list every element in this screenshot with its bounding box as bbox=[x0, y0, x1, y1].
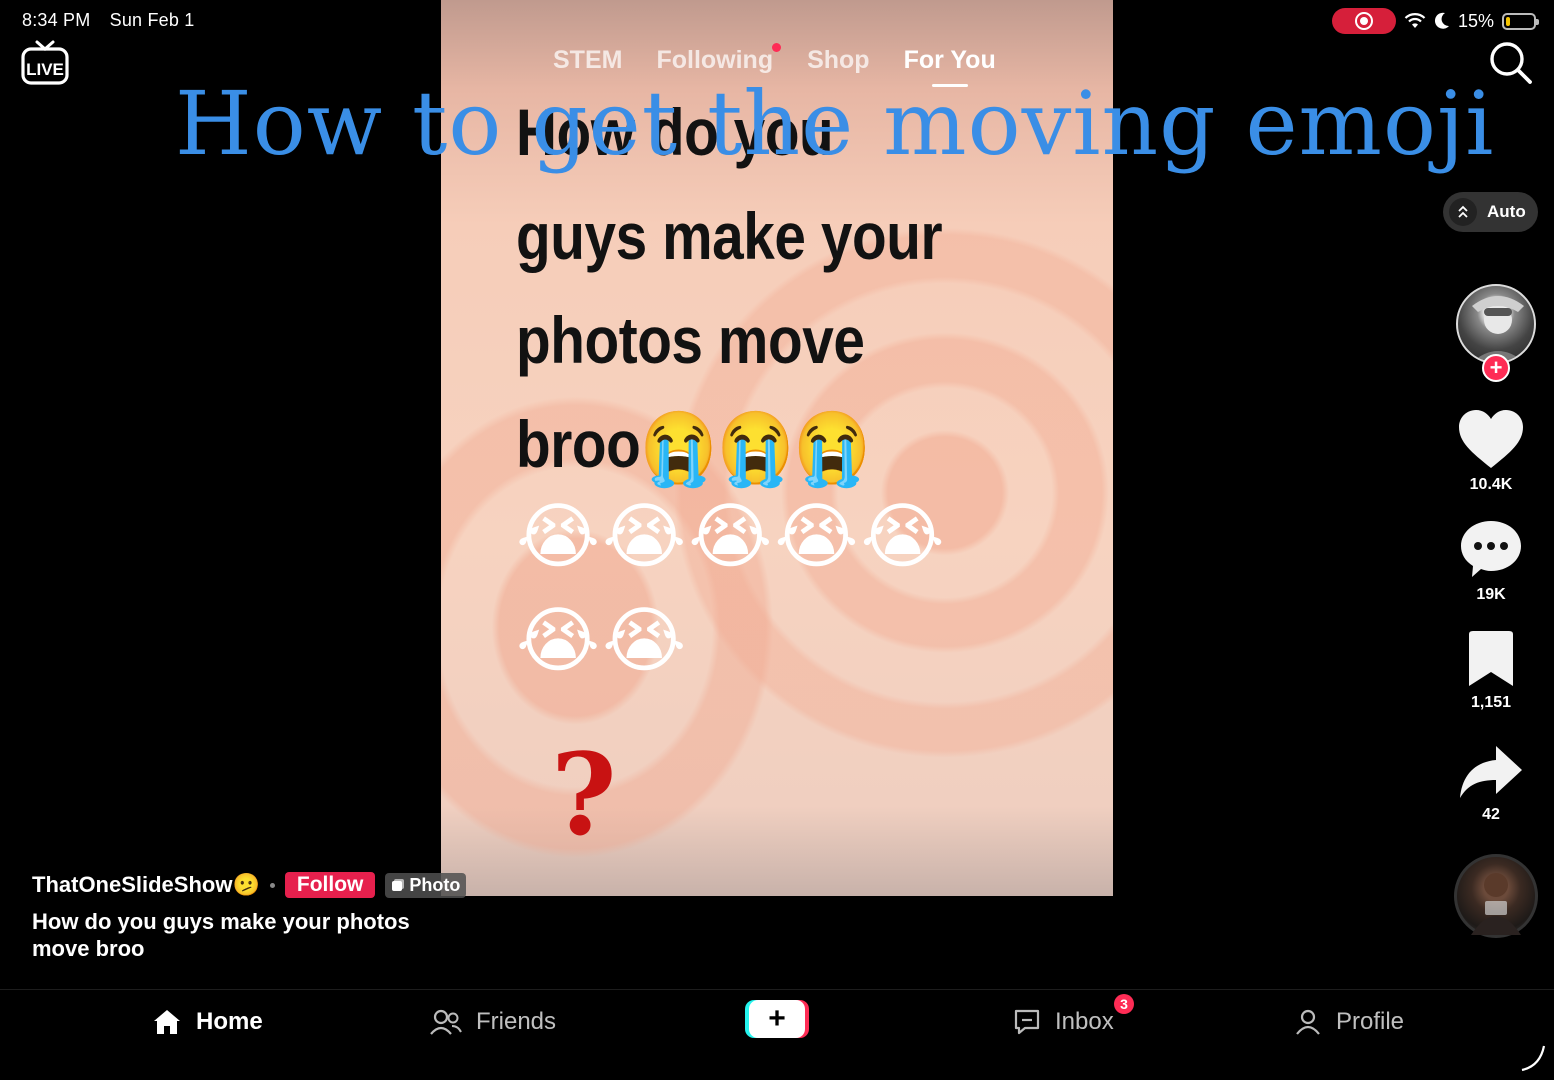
create-button[interactable]: + bbox=[749, 1000, 805, 1038]
nav-friends[interactable]: Friends bbox=[430, 1008, 556, 1036]
wifi-icon bbox=[1404, 13, 1426, 28]
crying-emoji-row-1: 😭😭😭 bbox=[640, 409, 871, 489]
sound-disc-avatar[interactable] bbox=[1454, 854, 1538, 938]
like-count: 10.4K bbox=[1469, 476, 1513, 493]
bottom-nav: Home Friends + Inbox 3 Profile bbox=[0, 989, 1554, 1080]
comment-button[interactable]: 19K bbox=[1446, 518, 1536, 604]
question-mark: ? bbox=[551, 730, 617, 861]
battery-icon bbox=[1502, 12, 1539, 30]
friends-icon bbox=[430, 1009, 462, 1035]
live-icon[interactable]: LIVE bbox=[20, 38, 70, 88]
inbox-badge: 3 bbox=[1114, 994, 1134, 1014]
comment-count: 19K bbox=[1476, 586, 1506, 603]
profile-icon bbox=[1296, 1009, 1320, 1035]
moon-icon bbox=[1434, 12, 1449, 29]
heart-icon bbox=[1459, 410, 1523, 468]
post-text-line: guys make your bbox=[516, 199, 943, 273]
screen-record-icon[interactable] bbox=[1331, 8, 1396, 34]
status-bar-left: 8:34 PM Sun Feb 1 bbox=[22, 10, 209, 31]
comment-icon bbox=[1461, 521, 1521, 577]
home-icon bbox=[154, 1010, 180, 1034]
post-text-line: photos move bbox=[516, 303, 865, 377]
photo-badge: Photo bbox=[385, 872, 467, 898]
tab-shop[interactable]: Shop bbox=[807, 46, 870, 75]
tab-following[interactable]: Following bbox=[656, 43, 782, 75]
svg-text:LIVE: LIVE bbox=[26, 60, 64, 79]
search-icon[interactable] bbox=[1488, 40, 1534, 86]
auto-quality-button[interactable]: Auto bbox=[1443, 192, 1538, 232]
nav-profile[interactable]: Profile bbox=[1294, 1008, 1404, 1036]
bookmark-count: 1,151 bbox=[1470, 694, 1512, 711]
crying-emoji-row-3: 😭😭 bbox=[516, 598, 689, 682]
resize-corner-icon bbox=[1521, 1045, 1546, 1072]
like-button[interactable]: 10.4K bbox=[1446, 408, 1536, 494]
notification-dot bbox=[772, 43, 782, 52]
author-avatar[interactable] bbox=[1456, 284, 1536, 364]
post-text-line: broo😭😭😭 bbox=[516, 392, 998, 501]
battery-percent: 15% bbox=[1457, 10, 1494, 31]
share-arrow-icon bbox=[1460, 746, 1522, 798]
follow-plus-icon[interactable]: + bbox=[1482, 354, 1510, 382]
author-emoji: 🫤 bbox=[232, 872, 260, 897]
post-description: How do you guys make your photos move br… bbox=[32, 909, 410, 961]
auto-label: Auto bbox=[1487, 202, 1526, 221]
post-text-broo: broo bbox=[516, 407, 641, 481]
crying-emoji-row-2: 😭😭😭😭😭 bbox=[516, 494, 947, 578]
tab-for-you[interactable]: For You bbox=[904, 46, 996, 87]
inbox-icon bbox=[1014, 1009, 1040, 1035]
photo-icon bbox=[392, 879, 405, 891]
tab-stem[interactable]: STEM bbox=[553, 46, 622, 75]
status-bar-right: 15% bbox=[1331, 8, 1539, 34]
share-button[interactable]: 42 bbox=[1446, 744, 1536, 824]
share-count: 42 bbox=[1482, 806, 1500, 823]
overlay-caption: How to get the moving emoji bbox=[175, 72, 1495, 175]
status-time: 8:34 PM bbox=[22, 10, 91, 30]
bookmark-icon bbox=[1469, 631, 1513, 686]
status-date: Sun Feb 1 bbox=[109, 10, 195, 30]
bookmark-button[interactable]: 1,151 bbox=[1446, 630, 1536, 712]
nav-home[interactable]: Home bbox=[152, 1008, 263, 1036]
feed-tabs: STEM Following Shop For You bbox=[553, 43, 996, 87]
nav-inbox[interactable]: Inbox bbox=[1013, 1008, 1114, 1036]
separator-dot bbox=[269, 882, 275, 888]
follow-button[interactable]: Follow bbox=[284, 872, 376, 898]
author-row: ThatOneSlideShow🫤 Follow Photo bbox=[32, 872, 467, 898]
author-name[interactable]: ThatOneSlideShow🫤 bbox=[32, 872, 260, 898]
chevron-up-icon bbox=[1449, 198, 1477, 226]
